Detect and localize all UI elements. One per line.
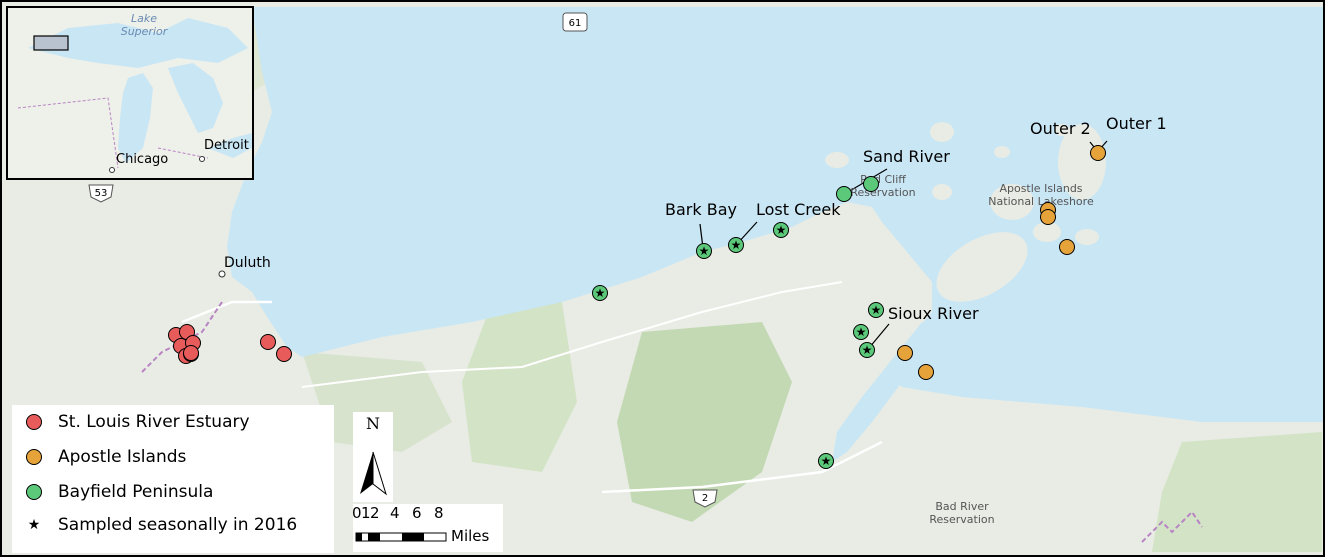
site-marker-seasonal[interactable]: ★ <box>773 222 789 238</box>
legend-label: Bayfield Peninsula <box>58 482 214 502</box>
legend-item-seasonal: ★ Sampled seasonally in 2016 <box>26 515 297 535</box>
scale-tick: 6 <box>412 504 422 522</box>
highway-2-shield: 2 <box>692 488 718 508</box>
site-marker[interactable] <box>260 334 276 350</box>
chicago-label: Chicago <box>116 152 169 167</box>
sioux-river-label: Sioux River <box>888 304 979 323</box>
legend-label: St. Louis River Estuary <box>58 412 250 432</box>
red-cliff-label: Red Cliff Reservation <box>850 173 916 199</box>
site-marker[interactable] <box>1040 209 1056 225</box>
map-canvas[interactable]: 61 53 2 Red Cliff Reservation Apostle Is… <box>0 0 1325 557</box>
detroit-label: Detroit <box>204 138 249 153</box>
site-marker[interactable] <box>183 345 199 361</box>
north-label: N <box>366 414 380 433</box>
outer-1-label: Outer 1 <box>1106 114 1167 133</box>
lost-creek-label: Lost Creek <box>756 200 841 219</box>
highway-53-shield: 53 <box>88 183 114 203</box>
star-icon: ★ <box>27 517 41 533</box>
scale-bar: N 0 1 2 4 6 8 Miles <box>348 412 508 552</box>
scale-tick: 2 <box>370 504 380 522</box>
site-marker[interactable] <box>897 345 913 361</box>
outer-2-label: Outer 2 <box>1030 119 1091 138</box>
bark-bay-label: Bark Bay <box>665 200 737 219</box>
legend-swatch <box>26 414 42 430</box>
bad-river-label: Bad River Reservation <box>929 500 995 526</box>
scale-tick: 4 <box>390 504 400 522</box>
site-marker[interactable] <box>836 186 852 202</box>
highway-61-shield: 61 <box>562 12 588 32</box>
site-marker-seasonal[interactable]: ★ <box>696 243 712 259</box>
site-marker-seasonal[interactable]: ★ <box>728 237 744 253</box>
svg-text:2: 2 <box>702 493 708 504</box>
site-marker[interactable] <box>1059 239 1075 255</box>
legend-item-bayfield: Bayfield Peninsula <box>26 482 213 502</box>
inset-map: Lake Superior Chicago Detroit <box>6 6 254 180</box>
svg-text:53: 53 <box>95 188 108 199</box>
sand-river-label: Sand River <box>863 147 950 166</box>
site-marker-seasonal[interactable]: ★ <box>853 324 869 340</box>
scale-tick: 8 <box>434 504 444 522</box>
lake-superior-label: Lake Superior <box>120 12 168 38</box>
legend-swatch <box>26 449 42 465</box>
duluth-label: Duluth <box>224 255 271 271</box>
legend-label: Apostle Islands <box>58 447 187 467</box>
site-marker-seasonal[interactable]: ★ <box>868 302 884 318</box>
legend-label: Sampled seasonally in 2016 <box>58 515 298 535</box>
scale-units: Miles <box>451 527 490 545</box>
site-marker-seasonal[interactable]: ★ <box>818 453 834 469</box>
svg-text:61: 61 <box>569 18 582 29</box>
site-marker[interactable] <box>863 176 879 192</box>
site-marker[interactable] <box>276 346 292 362</box>
legend-item-st-louis: St. Louis River Estuary <box>26 412 250 432</box>
legend: St. Louis River Estuary Apostle Islands … <box>12 405 334 553</box>
site-marker-seasonal[interactable]: ★ <box>859 342 875 358</box>
site-marker-seasonal[interactable]: ★ <box>592 285 608 301</box>
site-marker[interactable] <box>918 364 934 380</box>
legend-item-apostle: Apostle Islands <box>26 447 186 467</box>
site-marker[interactable] <box>1090 145 1106 161</box>
legend-swatch <box>26 484 42 500</box>
